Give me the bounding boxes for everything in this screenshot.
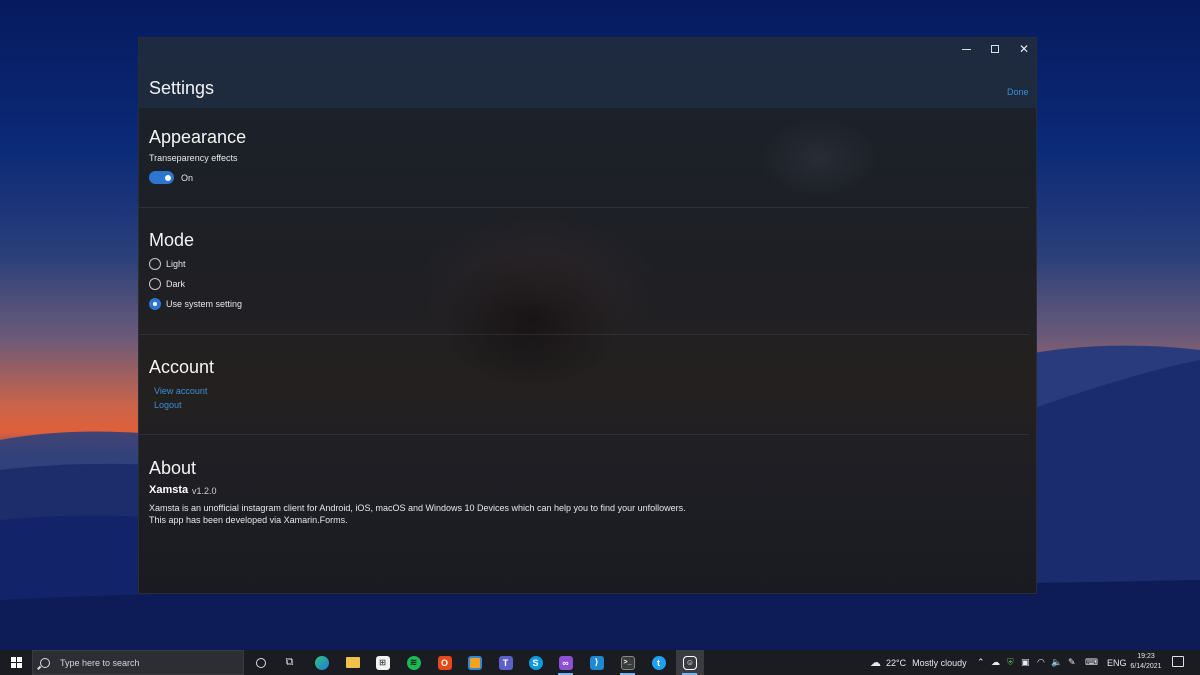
app-version: v1.2.0: [192, 486, 217, 496]
taskbar-xamsta[interactable]: ☺: [676, 650, 704, 675]
edge-icon: [314, 655, 329, 670]
weather-widget[interactable]: ☁ 22°C Mostly cloudy: [870, 650, 967, 675]
onedrive-icon: ☁: [991, 657, 1000, 667]
visual-studio-icon: ∞: [558, 655, 573, 670]
minimize-icon: [961, 48, 971, 50]
security-icon: ⛨: [1007, 657, 1014, 667]
tray-volume[interactable]: 🔈: [1051, 650, 1062, 675]
skype-icon: S: [528, 655, 543, 670]
app-tray-icon: ▣: [1021, 657, 1030, 667]
transparency-toggle[interactable]: [149, 171, 174, 184]
weather-text: Mostly cloudy: [912, 657, 967, 668]
weather-temp: 22°C: [886, 657, 907, 668]
twitter-icon: t: [651, 655, 666, 670]
section-divider: [139, 207, 1029, 208]
clock-time: 19:23: [1137, 653, 1155, 660]
toggle-knob: [165, 174, 171, 181]
tray-pen[interactable]: ✎: [1068, 650, 1076, 675]
vscode-icon: ⟩: [589, 655, 604, 670]
taskbar-app-orange[interactable]: [462, 650, 487, 675]
start-button[interactable]: [0, 650, 32, 675]
search-icon: [40, 657, 50, 668]
taskbar-vscode[interactable]: ⟩: [584, 650, 609, 675]
page-title: Settings: [149, 78, 215, 98]
radio-light-label[interactable]: Light: [166, 259, 186, 269]
account-heading: Account: [149, 357, 215, 377]
taskbar-store[interactable]: ⊞: [370, 650, 395, 675]
task-view-button-2[interactable]: ⧉: [277, 650, 302, 675]
folder-icon: [345, 657, 360, 668]
tray-keyboard[interactable]: ⌨: [1085, 650, 1098, 675]
wifi-icon: ◠: [1037, 657, 1045, 667]
clock[interactable]: 19:23 6/14/2021: [1124, 652, 1168, 672]
taskbar-visual-studio[interactable]: ∞: [553, 650, 578, 675]
task-view-icon: ⧉: [285, 656, 294, 668]
teams-icon: T: [498, 655, 513, 670]
taskbar-search[interactable]: Type here to search: [32, 650, 244, 675]
taskbar-office[interactable]: O: [432, 650, 457, 675]
tray-onedrive[interactable]: ☁: [991, 650, 1000, 675]
terminal-icon: >_: [620, 655, 635, 670]
about-heading: About: [149, 458, 197, 478]
cloud-icon: ☁: [870, 657, 881, 669]
done-button[interactable]: Done: [1007, 87, 1029, 97]
maximize-button[interactable]: [980, 38, 1010, 60]
radio-dark-label[interactable]: Dark: [166, 279, 185, 289]
about-description-2: This app has been developed via Xamarin.…: [149, 515, 348, 525]
chevron-up-icon: ⌃: [977, 657, 985, 667]
tray-security[interactable]: ⛨: [1007, 650, 1014, 675]
app-name: Xamsta: [149, 484, 189, 496]
tray-network[interactable]: ◠: [1037, 650, 1045, 675]
app-icon: [467, 655, 482, 670]
minimize-button[interactable]: [951, 38, 981, 60]
cortana-icon: [255, 657, 266, 668]
close-button[interactable]: ✕: [1009, 38, 1036, 60]
taskbar-terminal[interactable]: >_: [615, 650, 640, 675]
settings-window: ✕ Settings Done Appearance Transeparency…: [138, 37, 1037, 594]
radio-light[interactable]: [149, 258, 161, 270]
pen-icon: ✎: [1068, 657, 1076, 667]
logout-link[interactable]: Logout: [154, 400, 182, 410]
xamsta-icon: ☺: [683, 655, 697, 670]
section-divider: [139, 434, 1029, 435]
radio-system-label[interactable]: Use system setting: [166, 299, 242, 309]
taskbar-skype[interactable]: S: [523, 650, 548, 675]
volume-icon: 🔈: [1051, 657, 1063, 667]
mode-heading: Mode: [149, 230, 195, 250]
taskbar-twitter[interactable]: t: [646, 650, 671, 675]
search-placeholder: Type here to search: [60, 657, 140, 668]
taskbar-teams[interactable]: T: [493, 650, 518, 675]
radio-system[interactable]: [149, 298, 161, 310]
radio-dark[interactable]: [149, 278, 161, 290]
about-description: Xamsta is an unofficial instagram client…: [149, 503, 686, 513]
windows-logo-icon: [10, 657, 22, 668]
view-account-link[interactable]: View account: [154, 386, 207, 396]
section-divider: [139, 334, 1029, 335]
spotify-icon: ≋: [406, 655, 421, 670]
clock-date: 6/14/2021: [1130, 663, 1162, 670]
title-bar: [139, 38, 1036, 108]
taskbar: Type here to search ⧉ ⊞ ≋ O T S ∞ ⟩ >_ t: [0, 650, 1200, 675]
show-hidden-icons-button[interactable]: ⌃: [977, 650, 985, 675]
taskbar-edge[interactable]: [309, 650, 334, 675]
keyboard-icon: ⌨: [1085, 657, 1098, 667]
store-icon: ⊞: [375, 655, 390, 670]
notification-center-icon[interactable]: [1172, 656, 1184, 667]
close-icon: ✕: [1018, 42, 1030, 56]
tray-app[interactable]: ▣: [1021, 650, 1030, 675]
appearance-heading: Appearance: [149, 127, 247, 147]
maximize-icon: [991, 45, 999, 53]
transparency-label: Transeparency effects: [149, 153, 238, 163]
taskbar-spotify[interactable]: ≋: [401, 650, 426, 675]
task-view-button[interactable]: [248, 650, 273, 675]
taskbar-file-explorer[interactable]: [340, 650, 365, 675]
toggle-state-label: On: [181, 173, 194, 183]
office-icon: O: [437, 655, 452, 670]
